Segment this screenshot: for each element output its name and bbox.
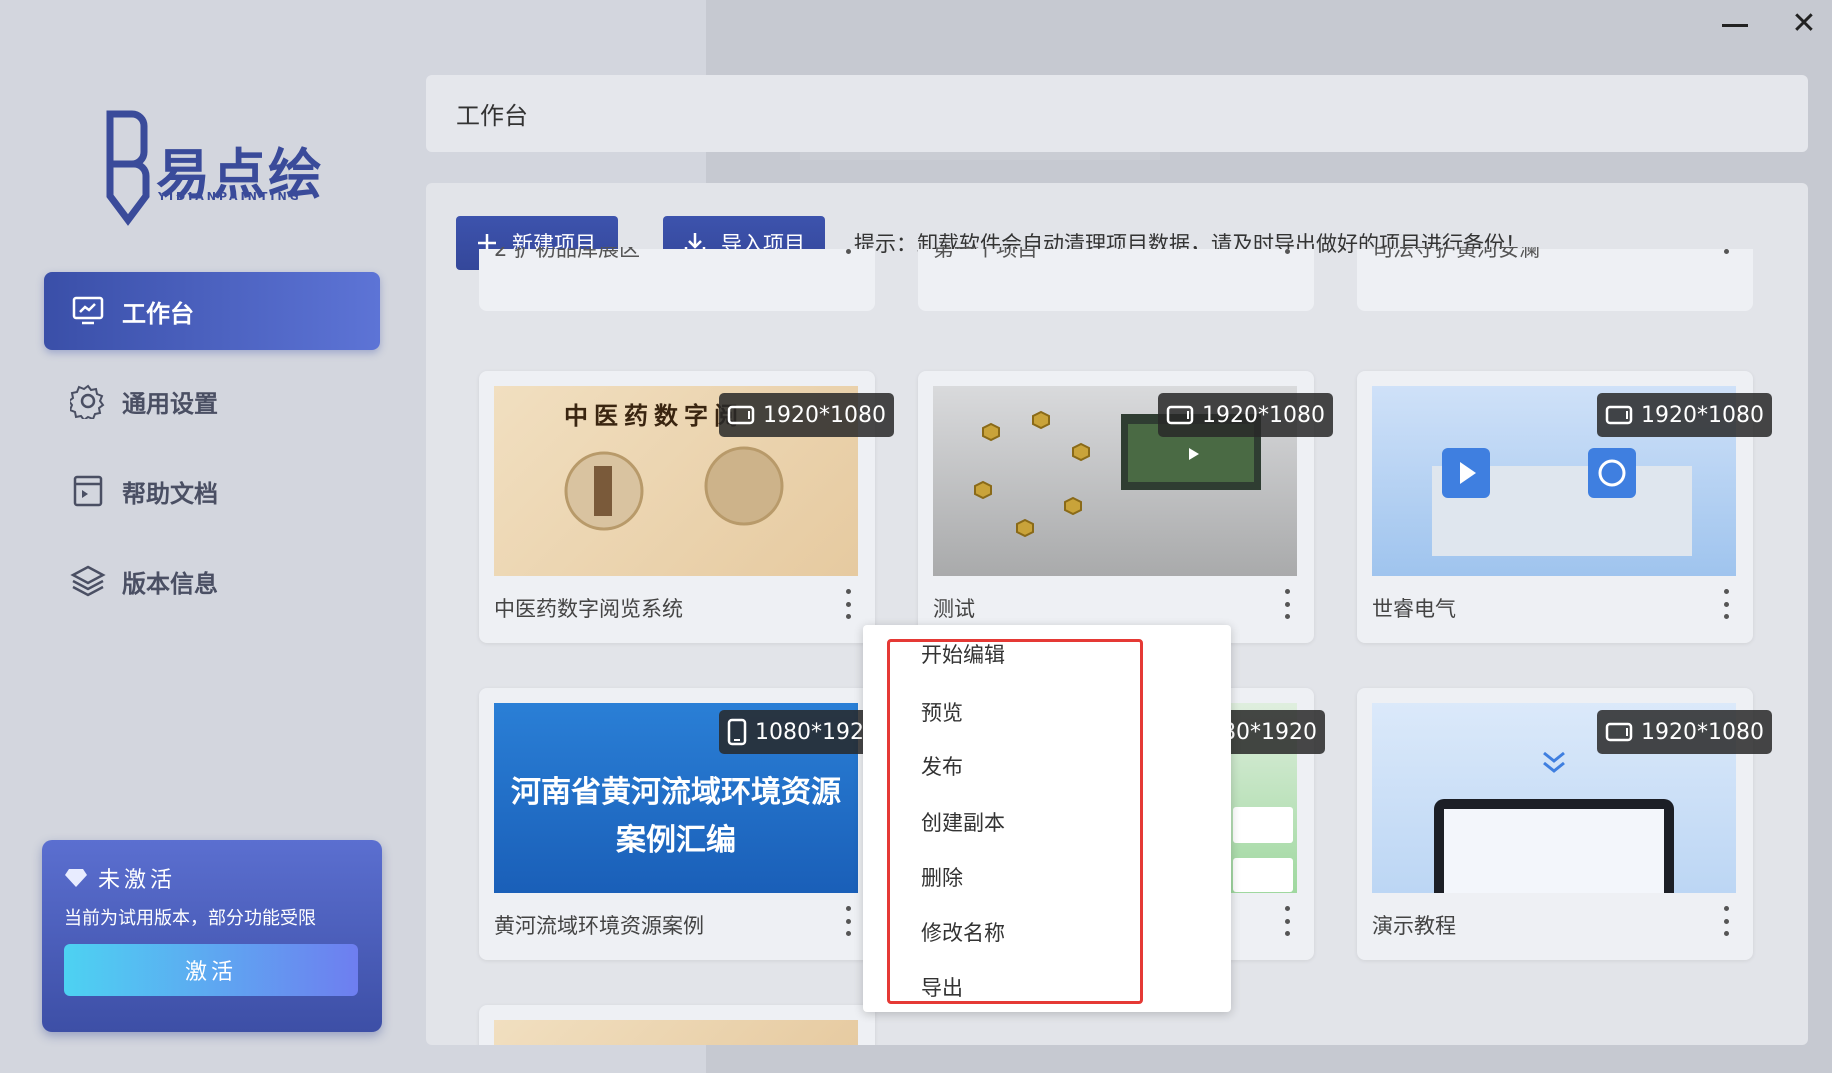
project-card[interactable]: 1920*1080 测试: [918, 371, 1333, 643]
monitor-icon: [68, 291, 108, 331]
project-card-partial[interactable]: [479, 1005, 875, 1045]
resolution-badge: 1920*1080: [1597, 710, 1772, 754]
landscape-screen-icon: [1605, 405, 1633, 425]
project-title: 黄河流域环境资源案例: [494, 914, 704, 938]
project-card-partial[interactable]: 司法守护黄河安澜: [1357, 247, 1753, 311]
project-title: 第一个项目: [933, 247, 1038, 261]
sidebar-item-label: 工作台: [122, 299, 194, 328]
minimize-button[interactable]: [1722, 24, 1748, 27]
resolution-badge: 1920*1080: [1597, 393, 1772, 437]
project-title: 2 扩初品库展区: [494, 247, 641, 261]
resolution-text: 1080*1920: [755, 719, 878, 745]
landscape-screen-icon: [1166, 405, 1194, 425]
sidebar-item-help[interactable]: 帮助文档: [44, 452, 380, 530]
more-icon[interactable]: [1721, 589, 1731, 619]
more-icon[interactable]: [1721, 249, 1731, 259]
resolution-badge: 1920*1080: [719, 393, 894, 437]
project-title: 测试: [933, 597, 975, 621]
sidebar-item-version[interactable]: 版本信息: [44, 542, 380, 620]
project-card-partial[interactable]: 第一个项目: [918, 247, 1314, 311]
sidebar-item-settings[interactable]: 通用设置: [44, 362, 380, 440]
sidebar-item-label: 版本信息: [122, 569, 218, 598]
sidebar-item-label: 通用设置: [122, 389, 218, 418]
more-icon[interactable]: [843, 906, 853, 936]
thumbnail-block: [1233, 807, 1293, 843]
project-card[interactable]: 河南省黄河流域环境资源 案例汇编 1080*1920 黄河流域环境资源案例: [479, 688, 886, 960]
project-card[interactable]: 1920*1080 演示教程: [1357, 688, 1772, 960]
more-icon[interactable]: [843, 249, 853, 259]
resolution-text: 1920*1080: [1202, 402, 1325, 428]
close-button[interactable]: ✕: [1790, 9, 1818, 39]
more-icon[interactable]: [843, 589, 853, 619]
resolution-badge: 1920*1080: [1158, 393, 1333, 437]
highlight-box: [887, 639, 1143, 1004]
project-card-partial[interactable]: 2 扩初品库展区: [479, 247, 875, 311]
project-title: 世睿电气: [1372, 597, 1456, 621]
project-card[interactable]: 1920*1080 世睿电气: [1357, 371, 1772, 643]
diamond-icon: [65, 869, 87, 887]
project-title: 演示教程: [1372, 914, 1456, 938]
portrait-phone-icon: [727, 718, 747, 746]
page-header: 工作台: [426, 75, 1808, 152]
thumbnail-caption: 河南省黄河流域环境资源: [511, 775, 841, 810]
activation-desc: 当前为试用版本，部分功能受限: [64, 908, 316, 929]
landscape-screen-icon: [727, 405, 755, 425]
more-icon[interactable]: [1721, 906, 1731, 936]
thumbnail-block: [1233, 858, 1293, 892]
app-logo: 易点绘 YIDIANPAINTING: [100, 110, 340, 230]
activation-card: 未激活 当前为试用版本，部分功能受限 激活: [42, 840, 382, 1032]
resolution-text: 1920*1080: [763, 402, 886, 428]
document-icon: [68, 471, 108, 511]
logo-sub: YIDIANPAINTING: [158, 190, 302, 203]
context-menu: 开始编辑 预览 发布 创建副本 删除 修改名称 导出: [863, 625, 1231, 1012]
resolution-badge: 1080*1920: [719, 710, 886, 754]
gear-icon: [68, 381, 108, 421]
sidebar-item-label: 帮助文档: [122, 479, 218, 508]
thumbnail-caption: 案例汇编: [616, 823, 736, 858]
sidebar-item-workbench[interactable]: 工作台: [44, 272, 380, 350]
resolution-text: 1920*1080: [1641, 719, 1764, 745]
logo-mark-icon: [106, 110, 150, 226]
activate-button[interactable]: 激活: [64, 944, 358, 996]
activation-title: 未激活: [98, 868, 177, 893]
project-card[interactable]: 中医药数字阅 1920*1080 中医药数字阅览系统: [479, 371, 894, 643]
more-icon[interactable]: [1282, 589, 1292, 619]
resolution-text: 1920*1080: [1641, 402, 1764, 428]
more-icon[interactable]: [1282, 906, 1292, 936]
project-thumbnail[interactable]: [494, 1020, 858, 1045]
page-title: 工作台: [456, 102, 528, 130]
activation-status: 未激活: [64, 862, 176, 894]
more-icon[interactable]: [1282, 249, 1292, 259]
project-title: 司法守护黄河安澜: [1372, 247, 1540, 261]
layers-icon: [68, 561, 108, 601]
project-title: 中医药数字阅览系统: [494, 597, 683, 621]
landscape-screen-icon: [1605, 722, 1633, 742]
